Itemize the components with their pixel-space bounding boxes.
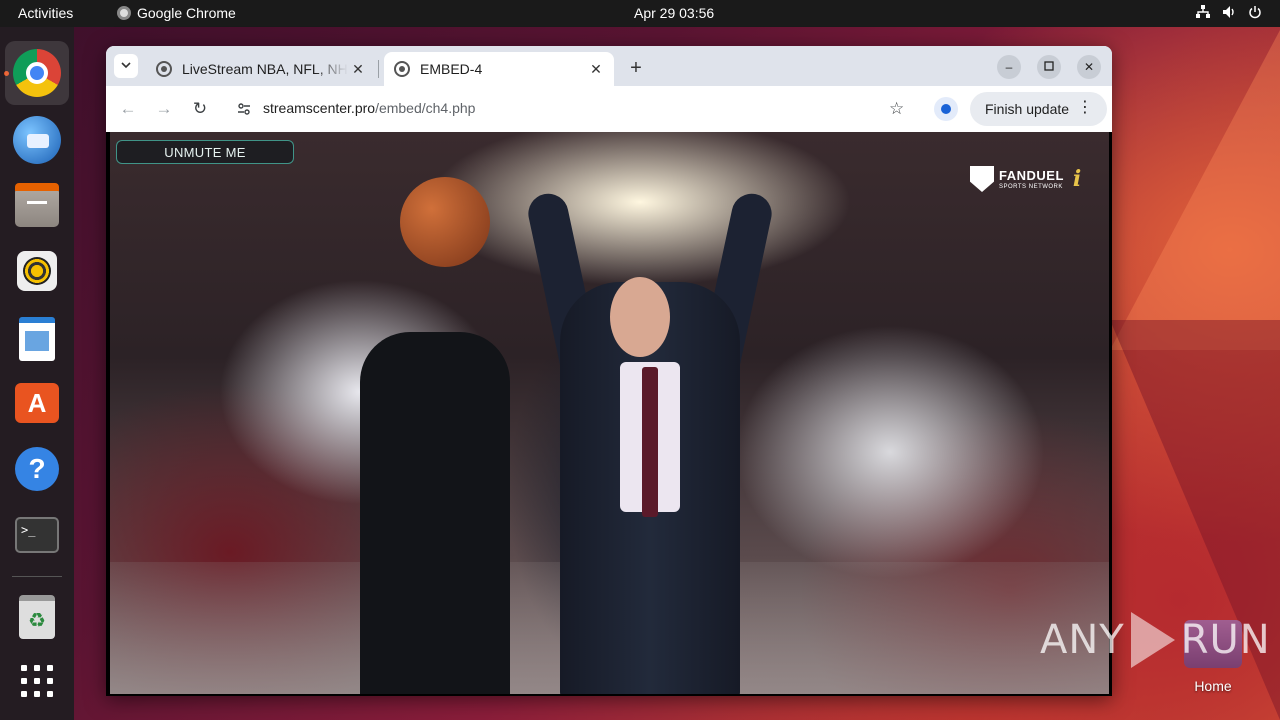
- tab-title: LiveStream NBA, NFL, NHL: [182, 61, 348, 77]
- anyrun-watermark: ANY RUN: [1040, 612, 1271, 668]
- video-frame-basketball: [400, 177, 490, 267]
- dock-item-writer[interactable]: [5, 307, 69, 371]
- finish-update-button[interactable]: Finish update ⋮: [970, 92, 1107, 126]
- browser-toolbar: ← → ↻ streamscenter.pro/embed/ch4.php ☆ …: [106, 86, 1112, 132]
- home-folder-label[interactable]: Home: [1186, 678, 1240, 694]
- tab-separator: [378, 60, 379, 78]
- writer-icon: [19, 317, 55, 361]
- dock-item-files[interactable]: [5, 175, 69, 239]
- dock-item-trash[interactable]: ♻: [5, 585, 69, 649]
- video-frame-figure: [360, 332, 510, 694]
- minimize-button[interactable]: –: [997, 55, 1021, 79]
- page-content: UNMUTE ME FANDUEL SPORTS NETWORK i: [106, 132, 1112, 696]
- files-icon: [15, 183, 59, 227]
- video-frame-figure: [610, 277, 670, 357]
- network-info-icon: i: [1072, 166, 1082, 192]
- rhythmbox-icon: [17, 251, 57, 291]
- clock[interactable]: Apr 29 03:56: [634, 5, 714, 21]
- back-button[interactable]: ←: [116, 97, 140, 121]
- activities-button[interactable]: Activities: [18, 5, 73, 21]
- tab-livestream[interactable]: LiveStream NBA, NFL, NHL ✕: [146, 52, 376, 86]
- new-tab-button[interactable]: +: [624, 56, 648, 80]
- minimize-icon: –: [1005, 60, 1013, 74]
- finish-update-label: Finish update: [985, 101, 1070, 117]
- dock: A ? >_ ♻: [0, 27, 74, 720]
- watermark-text: ANY: [1040, 617, 1125, 663]
- fanduel-shield-icon: [970, 166, 994, 192]
- chrome-icon: [117, 6, 131, 20]
- dock-item-rhythmbox[interactable]: [5, 239, 69, 303]
- reload-icon: ↻: [192, 99, 208, 118]
- more-vert-icon: ⋮: [1077, 99, 1093, 116]
- site-settings-icon[interactable]: [234, 99, 254, 119]
- arrow-right-icon: →: [155, 99, 173, 118]
- terminal-icon: >_: [15, 517, 59, 553]
- address-bar[interactable]: streamscenter.pro/embed/ch4.php ☆: [224, 91, 914, 127]
- close-icon[interactable]: ✕: [586, 59, 606, 79]
- profile-avatar[interactable]: [934, 97, 958, 121]
- globe-icon: [156, 61, 172, 77]
- video-player[interactable]: UNMUTE ME FANDUEL SPORTS NETWORK i: [110, 132, 1109, 694]
- dock-item-chrome[interactable]: [5, 41, 69, 105]
- bookmark-star-icon[interactable]: ☆: [889, 99, 904, 119]
- app-menu[interactable]: Google Chrome: [117, 5, 236, 21]
- url-domain: streamscenter.pro: [263, 100, 376, 116]
- help-icon: ?: [15, 447, 59, 491]
- maximize-icon: [1044, 60, 1054, 74]
- network-subtitle: SPORTS NETWORK: [999, 183, 1063, 190]
- globe-icon: [394, 61, 410, 77]
- show-applications-button[interactable]: [5, 649, 69, 713]
- dock-item-thunderbird[interactable]: [5, 108, 69, 172]
- tab-title: EMBED-4: [420, 61, 483, 77]
- trash-icon: ♻: [19, 595, 55, 639]
- dock-item-terminal[interactable]: >_: [5, 503, 69, 567]
- close-icon[interactable]: ✕: [348, 59, 368, 79]
- url-text[interactable]: streamscenter.pro/embed/ch4.php: [263, 100, 475, 116]
- network-wordmark: FANDUEL SPORTS NETWORK: [999, 169, 1064, 190]
- top-bar: Activities Google Chrome Apr 29 03:56: [0, 0, 1280, 27]
- close-window-button[interactable]: ✕: [1077, 55, 1101, 79]
- network-icon[interactable]: [1196, 5, 1210, 19]
- app-grid-icon: [21, 665, 53, 697]
- chevron-down-icon: [120, 59, 132, 74]
- tab-embed[interactable]: EMBED-4 ✕: [384, 52, 614, 86]
- video-frame-figure: [642, 367, 658, 517]
- close-icon: ✕: [1083, 60, 1095, 74]
- maximize-button[interactable]: [1037, 55, 1061, 79]
- app-menu-label: Google Chrome: [137, 5, 236, 21]
- unmute-button[interactable]: UNMUTE ME: [116, 140, 294, 164]
- chrome-icon: [13, 49, 61, 97]
- url-path: /embed/ch4.php: [375, 100, 476, 116]
- tab-search-button[interactable]: [114, 54, 138, 78]
- person-icon: [941, 104, 951, 114]
- browser-window: LiveStream NBA, NFL, NHL ✕ EMBED-4 ✕ + –…: [106, 46, 1112, 696]
- dock-separator: [12, 576, 62, 577]
- play-icon: [1130, 612, 1175, 668]
- thunderbird-icon: [13, 116, 61, 164]
- network-logo: FANDUEL SPORTS NETWORK i: [970, 166, 1081, 192]
- forward-button[interactable]: →: [152, 97, 176, 121]
- tab-strip: LiveStream NBA, NFL, NHL ✕ EMBED-4 ✕ + –…: [106, 46, 1112, 86]
- wallpaper-shape: [1110, 30, 1280, 350]
- power-icon[interactable]: [1248, 5, 1262, 19]
- plus-icon: +: [630, 56, 642, 79]
- dock-item-help[interactable]: ?: [5, 437, 69, 501]
- software-store-icon: A: [15, 383, 59, 423]
- volume-icon[interactable]: [1222, 5, 1236, 19]
- network-name: FANDUEL: [999, 167, 1064, 183]
- dock-item-software[interactable]: A: [5, 371, 69, 435]
- system-tray[interactable]: [1196, 5, 1262, 19]
- arrow-left-icon: ←: [119, 99, 137, 118]
- watermark-text: RUN: [1180, 617, 1271, 663]
- reload-button[interactable]: ↻: [188, 97, 212, 121]
